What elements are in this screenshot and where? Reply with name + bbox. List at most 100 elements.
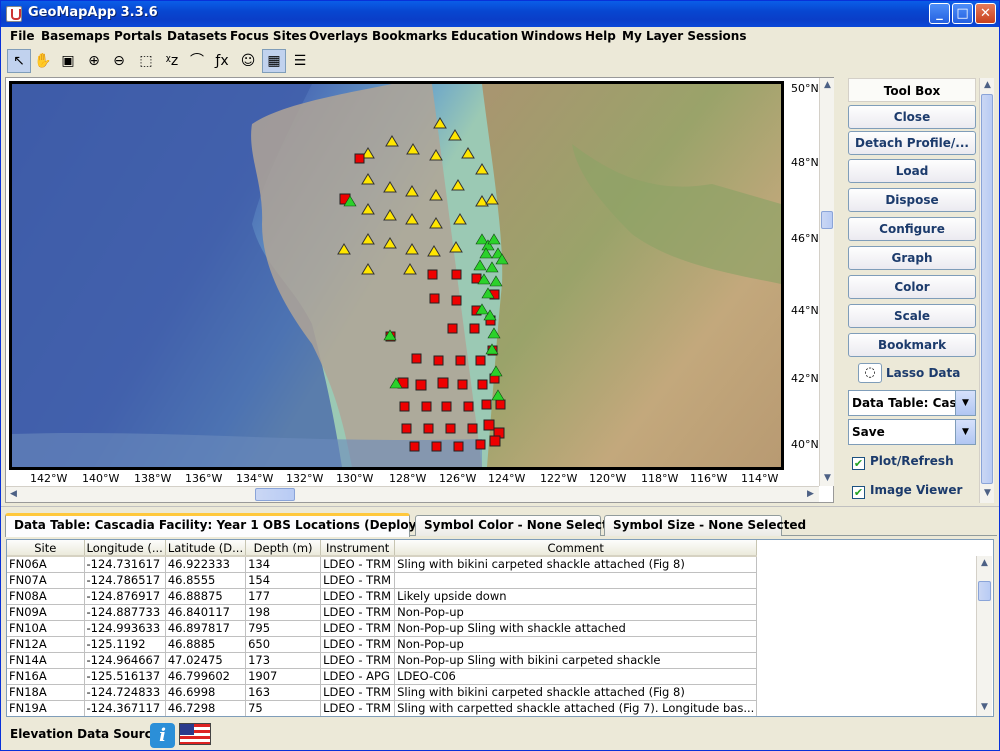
scale-button[interactable]: Scale bbox=[848, 304, 976, 328]
tab-data-table[interactable]: Data Table: Cascadia Facility: Year 1 OB… bbox=[5, 513, 476, 537]
col-longitude[interactable]: Longitude (... bbox=[84, 540, 166, 557]
scroll-up-arrow-icon[interactable]: ▲ bbox=[980, 78, 995, 93]
scroll-right-arrow-icon[interactable]: ▶ bbox=[803, 487, 818, 502]
menu-my-layer-sessions[interactable]: My Layer Sessions bbox=[622, 29, 746, 43]
table-scroll-thumb[interactable] bbox=[978, 581, 991, 601]
mask-icon[interactable]: ☺ bbox=[236, 49, 260, 73]
table-row[interactable]: FN09A -124.887733 46.840117 198 LDEO - TRM No… bbox=[7, 604, 758, 621]
save-disk-icon[interactable]: ▣ bbox=[56, 49, 80, 73]
lasso-icon[interactable]: ⌒ bbox=[185, 49, 209, 73]
lon-label-142: 142°W bbox=[30, 472, 68, 485]
fx-icon[interactable]: ƒx bbox=[210, 49, 234, 73]
cell: -125.1192 bbox=[84, 636, 166, 653]
tab-symbol-size[interactable]: Symbol Size - None Selected bbox=[604, 515, 806, 536]
col-site[interactable]: Site bbox=[7, 540, 85, 557]
map-vertical-scrollbar[interactable]: ▲ ▼ bbox=[819, 78, 834, 486]
menu-file[interactable]: File bbox=[10, 29, 35, 43]
cell: LDEO - TRM bbox=[320, 572, 396, 589]
toolbox-scrollbar[interactable]: ▲ ▼ bbox=[979, 78, 994, 503]
cell: 163 bbox=[245, 684, 322, 701]
scroll-up-arrow-icon[interactable]: ▲ bbox=[820, 78, 835, 93]
cell: Non-Pop-up bbox=[394, 604, 758, 621]
col-instrument[interactable]: Instrument bbox=[320, 540, 396, 557]
col-comment[interactable]: Comment bbox=[394, 540, 758, 557]
lon-label-138: 138°W bbox=[134, 472, 172, 485]
scroll-left-arrow-icon[interactable]: ◀ bbox=[6, 487, 21, 502]
zoom-in-icon[interactable]: ⊕ bbox=[82, 49, 106, 73]
menu-help[interactable]: Help bbox=[585, 29, 616, 43]
cell: LDEO-C06 bbox=[394, 668, 758, 685]
table-row[interactable]: FN10A -124.993633 46.897817 795 LDEO - TRM No… bbox=[7, 620, 758, 637]
lat-label-44: 44°N bbox=[791, 304, 819, 317]
chevron-down-icon[interactable]: ▼ bbox=[955, 420, 975, 444]
close-window-button[interactable]: ✕ bbox=[975, 3, 996, 24]
menu-focus-sites[interactable]: Focus Sites bbox=[230, 29, 307, 43]
maximize-button[interactable]: □ bbox=[952, 3, 973, 24]
cell: -124.367117 bbox=[84, 700, 166, 716]
menu-datasets[interactable]: Datasets bbox=[167, 29, 227, 43]
toolbox-title: Tool Box bbox=[848, 78, 976, 102]
map-vscroll-thumb[interactable] bbox=[821, 211, 833, 229]
scroll-up-arrow-icon[interactable]: ▲ bbox=[977, 556, 992, 571]
color-button[interactable]: Color bbox=[848, 275, 976, 299]
table-row[interactable]: FN19A -124.367117 46.7298 75 LDEO - TRM Sling… bbox=[7, 700, 758, 716]
lon-label-128: 128°W bbox=[389, 472, 427, 485]
table-row[interactable]: FN08A -124.876917 46.88875 177 LDEO - TRM Lik… bbox=[7, 588, 758, 605]
table-row[interactable]: FN06A -124.731617 46.922333 134 LDEO - TRM Sl… bbox=[7, 556, 758, 573]
cell: 173 bbox=[245, 652, 322, 669]
scroll-down-arrow-icon[interactable]: ▼ bbox=[820, 471, 835, 486]
us-flag-icon[interactable] bbox=[179, 723, 211, 745]
cell: Likely upside down bbox=[394, 588, 758, 605]
scroll-down-arrow-icon[interactable]: ▼ bbox=[977, 700, 992, 715]
table-row[interactable]: FN12A -125.1192 46.8885 650 LDEO - TRM Non-Po… bbox=[7, 636, 758, 653]
map-horizontal-scrollbar[interactable]: ◀ ▶ bbox=[6, 486, 819, 502]
configure-button[interactable]: Configure bbox=[848, 217, 976, 241]
table-row[interactable]: FN07A -124.786517 46.8555 154 LDEO - TRM bbox=[7, 572, 758, 589]
rectangle-select-icon[interactable]: ⬚ bbox=[134, 49, 158, 73]
cell: FN12A bbox=[7, 636, 85, 653]
close-button[interactable]: Close bbox=[848, 105, 976, 129]
grid-icon[interactable]: ▦ bbox=[262, 49, 286, 73]
menu-basemaps[interactable]: Basemaps bbox=[41, 29, 110, 43]
table-row[interactable]: FN14A -124.964667 47.02475 173 LDEO - TRM Non… bbox=[7, 652, 758, 669]
table-scrollbar[interactable]: ▲ ▼ bbox=[976, 556, 992, 716]
xyz-profile-icon[interactable]: ᵡz bbox=[160, 49, 184, 73]
bookmark-button[interactable]: Bookmark bbox=[848, 333, 976, 357]
select-arrow-icon[interactable]: ↖ bbox=[7, 49, 31, 73]
minimize-button[interactable]: _ bbox=[929, 3, 950, 24]
graph-button[interactable]: Graph bbox=[848, 246, 976, 270]
save-select[interactable]: Save ▼ bbox=[848, 419, 976, 445]
table-row[interactable]: FN18A -124.724833 46.6998 163 LDEO - TRM Slin… bbox=[7, 684, 758, 701]
info-icon[interactable]: i bbox=[150, 723, 175, 748]
image-viewer-checkbox[interactable]: ✔ Image Viewer bbox=[852, 483, 962, 499]
tab-symbol-color[interactable]: Symbol Color - None Selected bbox=[415, 515, 625, 536]
dispose-button[interactable]: Dispose bbox=[848, 188, 976, 212]
chevron-down-icon[interactable]: ▼ bbox=[955, 391, 975, 415]
menu-overlays[interactable]: Overlays bbox=[309, 29, 368, 43]
map-canvas[interactable] bbox=[9, 81, 784, 470]
data-table-select[interactable]: Data Table: Casc... ▼ bbox=[848, 390, 976, 416]
menu-education[interactable]: Education bbox=[451, 29, 518, 43]
menu-portals[interactable]: Portals bbox=[114, 29, 162, 43]
detach-profile-button[interactable]: Detach Profile/... bbox=[848, 131, 976, 155]
cell: -124.993633 bbox=[84, 620, 166, 637]
split-divider[interactable] bbox=[1, 506, 999, 510]
scroll-down-arrow-icon[interactable]: ▼ bbox=[980, 486, 995, 501]
list-icon[interactable]: ☰ bbox=[288, 49, 312, 73]
menu-bookmarks[interactable]: Bookmarks bbox=[372, 29, 447, 43]
map-hscroll-thumb[interactable] bbox=[255, 488, 295, 501]
zoom-out-icon[interactable]: ⊖ bbox=[107, 49, 131, 73]
pan-hand-icon[interactable]: ✋ bbox=[31, 49, 55, 73]
title-bar[interactable]: GeoMapApp 3.3.6 _ □ ✕ bbox=[1, 1, 999, 27]
plot-refresh-checkbox[interactable]: ✔ Plot/Refresh bbox=[852, 454, 954, 470]
cell: 46.6998 bbox=[165, 684, 247, 701]
col-depth[interactable]: Depth (m) bbox=[245, 540, 322, 557]
table-row[interactable]: FN16A -125.516137 46.799602 1907 LDEO - APG L… bbox=[7, 668, 758, 685]
lasso-data-button[interactable]: ◌ Lasso Data bbox=[856, 363, 974, 385]
map-panel: 50°N 48°N 46°N 44°N 42°N 40°N 142°W 140°… bbox=[5, 77, 834, 503]
load-button[interactable]: Load bbox=[848, 159, 976, 183]
col-latitude[interactable]: Latitude (D... bbox=[165, 540, 247, 557]
toolbox-scroll-thumb[interactable] bbox=[981, 94, 993, 484]
menu-windows[interactable]: Windows bbox=[521, 29, 582, 43]
toolbox-panel: Tool Box Close Detach Profile/... Load D… bbox=[846, 78, 981, 503]
